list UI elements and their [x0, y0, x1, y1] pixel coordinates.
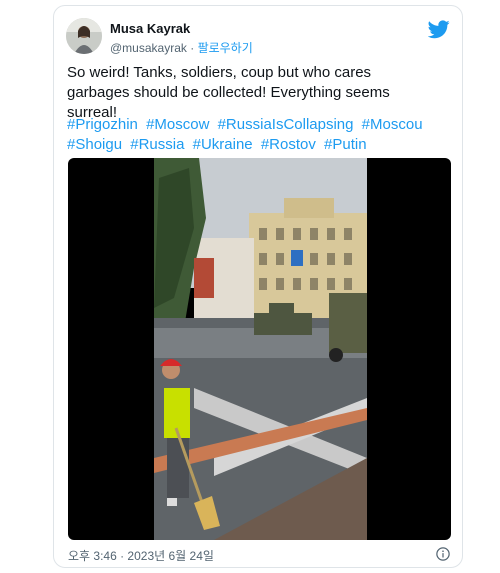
hashtag-list: #Prigozhin #Moscow #RussiaIsCollapsing #…	[67, 115, 437, 155]
author-name[interactable]: Musa Kayrak	[110, 21, 190, 36]
street-scene-image	[154, 158, 367, 540]
hashtag-link[interactable]: #Russia	[130, 136, 184, 153]
timestamp[interactable]: 오후 3:46 · 2023년 6월 24일	[68, 549, 214, 563]
tweet-card: Musa Kayrak @musakayrak · 팔로우하기 So weird…	[53, 5, 463, 568]
hashtag-link[interactable]: #Ukraine	[193, 136, 253, 153]
meta-separator: ·	[190, 41, 195, 55]
avatar[interactable]	[66, 18, 102, 54]
twitter-bird-icon[interactable]	[428, 18, 450, 40]
hashtag-link[interactable]: #Putin	[324, 136, 367, 153]
video-player[interactable]	[68, 158, 451, 540]
hashtag-link[interactable]: #Moscou	[362, 116, 423, 133]
hashtag-link[interactable]: #Shoigu	[67, 136, 122, 153]
author-handle[interactable]: @musakayrak	[110, 41, 187, 55]
hashtag-link[interactable]: #RussiaIsCollapsing	[218, 116, 354, 133]
author-meta: @musakayrak · 팔로우하기	[110, 39, 253, 56]
tweet-footer: 오후 3:46 · 2023년 6월 24일	[68, 547, 450, 563]
hashtag-link[interactable]: #Moscow	[146, 116, 209, 133]
tweet-header: Musa Kayrak @musakayrak · 팔로우하기	[66, 18, 450, 58]
hashtag-link[interactable]: #Prigozhin	[67, 116, 138, 133]
follow-link[interactable]: 팔로우하기	[198, 41, 253, 55]
tweet-text: So weird! Tanks, soldiers, coup but who …	[67, 64, 390, 121]
info-icon[interactable]	[436, 547, 450, 561]
video-frame	[154, 158, 367, 540]
hashtag-link[interactable]: #Rostov	[261, 136, 316, 153]
